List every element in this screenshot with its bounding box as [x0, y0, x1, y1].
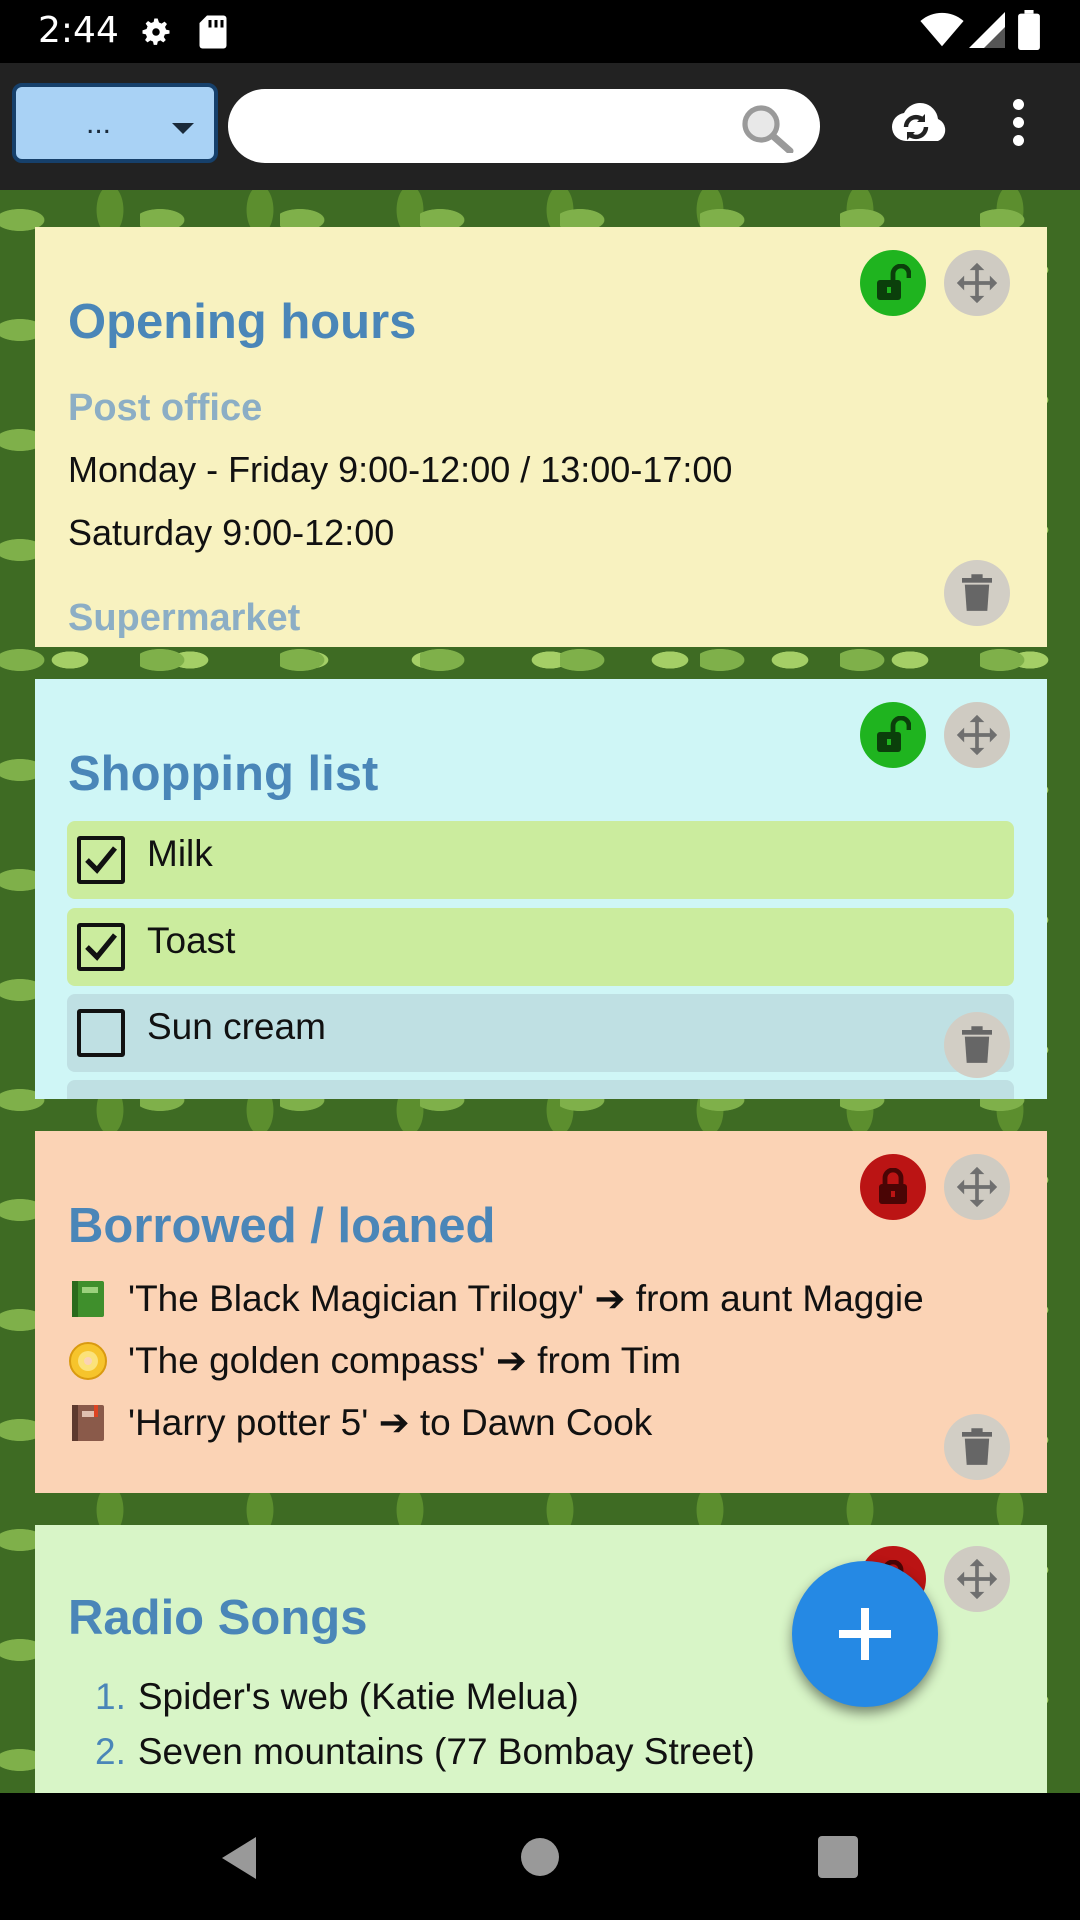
wifi-icon: [920, 12, 964, 53]
search-icon[interactable]: [740, 103, 796, 158]
checklist-item[interactable]: Sun cream: [67, 994, 1014, 1072]
green-book-icon: [68, 1279, 108, 1319]
move-icon[interactable]: [944, 1546, 1010, 1612]
checkbox-unchecked[interactable]: [77, 1009, 125, 1057]
list-item-text: Spider's web (Katie Melua): [137, 1676, 579, 1717]
loan-item-text: 'The golden compass' ➔ from Tim: [128, 1340, 682, 1381]
note-title: Radio Songs: [68, 1591, 368, 1645]
caret-down-icon: [172, 123, 194, 134]
loan-item: 'The golden compass' ➔ from Tim: [68, 1339, 681, 1382]
lock-closed-icon[interactable]: [860, 1154, 926, 1220]
system-nav-bar: [0, 1793, 1080, 1920]
move-icon[interactable]: [944, 250, 1010, 316]
overflow-menu-icon[interactable]: [1000, 99, 1036, 155]
settings-gear-icon: [138, 14, 174, 55]
note-title: Borrowed / loaned: [68, 1199, 496, 1253]
list-item: 1. Spider's web (Katie Melua): [95, 1676, 579, 1718]
list-item-number: 2.: [95, 1731, 126, 1772]
trash-icon[interactable]: [944, 1414, 1010, 1480]
sd-card-icon: [198, 14, 228, 55]
back-icon[interactable]: [216, 1833, 260, 1888]
section-heading: Supermarket: [68, 597, 301, 639]
home-icon[interactable]: [520, 1833, 560, 1886]
text-line: Saturday 9:00-12:00: [68, 512, 395, 553]
battery-icon: [1018, 10, 1040, 55]
loan-item: 'The Black Magician Trilogy' ➔ from aunt…: [68, 1277, 924, 1320]
lock-open-icon[interactable]: [860, 702, 926, 768]
status-bar: 2:44: [0, 0, 1080, 63]
plus-icon: [839, 1608, 891, 1660]
move-icon[interactable]: [944, 702, 1010, 768]
note-title: Shopping list: [68, 747, 379, 801]
search-input[interactable]: [252, 101, 736, 153]
list-item-text: Seven mountains (77 Bombay Street): [137, 1731, 755, 1772]
move-icon[interactable]: [944, 1154, 1010, 1220]
lock-open-icon[interactable]: [860, 250, 926, 316]
list-item-number: 1.: [95, 1676, 126, 1717]
status-time: 2:44: [38, 10, 119, 51]
checklist-item[interactable]: Milk: [67, 821, 1014, 899]
category-dropdown-label: ...: [86, 107, 112, 140]
note-card-shopping-list[interactable]: Shopping list Milk Toast Sun cream: [35, 679, 1047, 1099]
search-box[interactable]: [228, 89, 820, 163]
loan-item-text: 'The Black Magician Trilogy' ➔ from aunt…: [128, 1278, 924, 1319]
cell-signal-icon: [968, 12, 1006, 53]
brown-book-icon: [68, 1403, 108, 1443]
section-heading: Post office: [68, 387, 263, 429]
checkbox-checked[interactable]: [77, 836, 125, 884]
text-line: Monday - Friday 9:00-12:00 / 13:00-17:00: [68, 449, 733, 490]
checklist-item-label: Toast: [147, 920, 236, 961]
category-dropdown[interactable]: ...: [12, 83, 218, 163]
recents-icon[interactable]: [818, 1836, 858, 1883]
checklist-item-label: Milk: [147, 833, 213, 874]
trash-icon[interactable]: [944, 560, 1010, 626]
loan-item-text: 'Harry potter 5' ➔ to Dawn Cook: [128, 1402, 653, 1443]
note-card-borrowed-loaned[interactable]: Borrowed / loaned 'The Black Magician Tr…: [35, 1131, 1047, 1493]
list-item: 2. Seven mountains (77 Bombay Street): [95, 1731, 755, 1773]
checkbox-checked[interactable]: [77, 923, 125, 971]
trash-icon[interactable]: [944, 1012, 1010, 1078]
cloud-sync-icon[interactable]: [878, 97, 954, 158]
checklist-item-partial: [67, 1080, 1014, 1099]
checklist-item[interactable]: Toast: [67, 908, 1014, 986]
note-card-opening-hours[interactable]: Opening hours Post office Monday - Frida…: [35, 227, 1047, 647]
checklist-item-label: Sun cream: [147, 1006, 326, 1047]
dvd-icon: [68, 1341, 108, 1381]
note-title: Opening hours: [68, 295, 417, 349]
app-bar: ...: [0, 63, 1080, 190]
loan-item: 'Harry potter 5' ➔ to Dawn Cook: [68, 1401, 652, 1444]
add-note-button[interactable]: [792, 1561, 938, 1707]
